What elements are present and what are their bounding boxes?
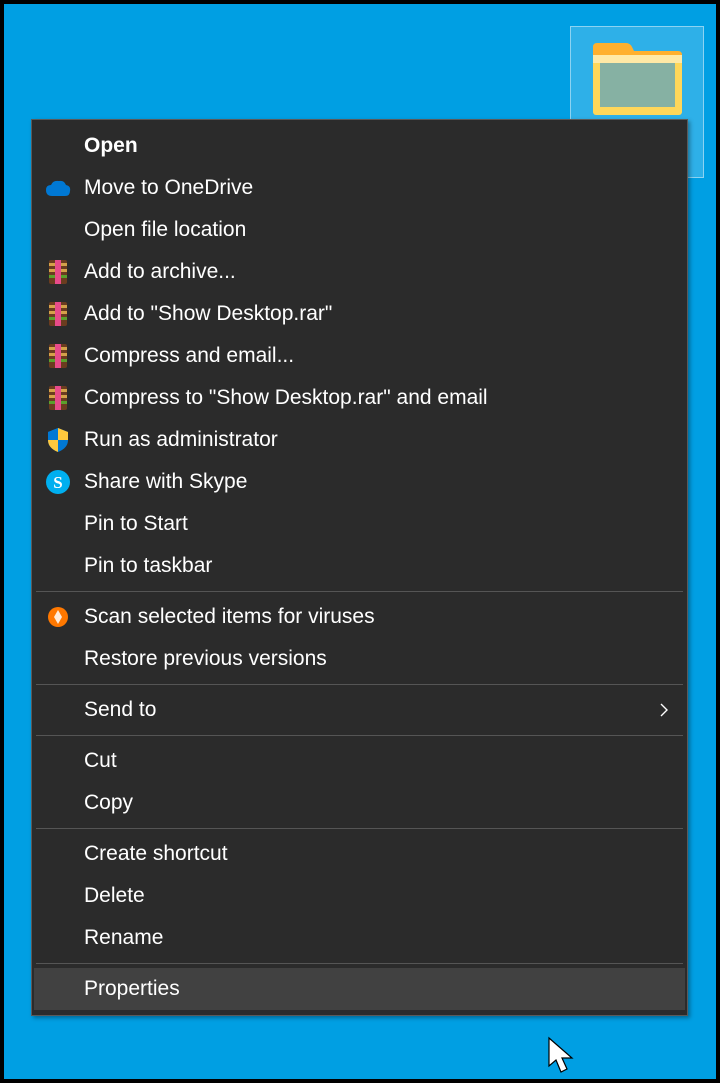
menu-icon-empty [38, 550, 78, 582]
menu-label: Create shortcut [84, 842, 673, 866]
menu-label: Share with Skype [84, 470, 673, 494]
menu-icon-empty [38, 130, 78, 162]
menu-label: Cut [84, 749, 673, 773]
avast-icon [38, 601, 78, 633]
chevron-right-icon [655, 702, 673, 718]
menu-label: Copy [84, 791, 673, 815]
menu-item-run-admin[interactable]: Run as administrator [34, 419, 685, 461]
menu-icon-empty [38, 643, 78, 675]
menu-icon-empty [38, 973, 78, 1005]
menu-item-add-archive[interactable]: Add to archive... [34, 251, 685, 293]
menu-item-rename[interactable]: Rename [34, 917, 685, 959]
menu-item-pin-taskbar[interactable]: Pin to taskbar [34, 545, 685, 587]
menu-item-compress-email[interactable]: Compress and email... [34, 335, 685, 377]
menu-item-copy[interactable]: Copy [34, 782, 685, 824]
menu-item-add-rar[interactable]: Add to "Show Desktop.rar" [34, 293, 685, 335]
winrar-icon [38, 256, 78, 288]
winrar-icon [38, 340, 78, 372]
menu-item-cut[interactable]: Cut [34, 740, 685, 782]
menu-icon-empty [38, 787, 78, 819]
menu-item-restore-previous[interactable]: Restore previous versions [34, 638, 685, 680]
menu-label: Properties [84, 977, 673, 1001]
menu-separator [36, 963, 683, 964]
menu-separator [36, 828, 683, 829]
menu-icon-empty [38, 922, 78, 954]
menu-icon-empty [38, 880, 78, 912]
menu-label: Open [84, 134, 673, 158]
menu-item-send-to[interactable]: Send to [34, 689, 685, 731]
mouse-cursor-icon [547, 1036, 579, 1076]
menu-label: Scan selected items for viruses [84, 605, 673, 629]
menu-item-open[interactable]: Open [34, 125, 685, 167]
menu-label: Send to [84, 698, 655, 722]
menu-label: Add to "Show Desktop.rar" [84, 302, 673, 326]
menu-item-properties[interactable]: Properties [34, 968, 685, 1010]
menu-item-open-file-location[interactable]: Open file location [34, 209, 685, 251]
menu-label: Compress to "Show Desktop.rar" and email [84, 386, 673, 410]
winrar-icon [38, 382, 78, 414]
svg-text:S: S [53, 473, 62, 492]
menu-separator [36, 684, 683, 685]
menu-separator [36, 591, 683, 592]
menu-item-share-skype[interactable]: S Share with Skype [34, 461, 685, 503]
menu-label: Pin to taskbar [84, 554, 673, 578]
context-menu: Open Move to OneDrive Open file location [31, 119, 688, 1016]
menu-label: Run as administrator [84, 428, 673, 452]
menu-label: Restore previous versions [84, 647, 673, 671]
onedrive-icon [38, 172, 78, 204]
menu-label: Open file location [84, 218, 673, 242]
folder-icon [590, 41, 684, 119]
winrar-icon [38, 298, 78, 330]
menu-label: Pin to Start [84, 512, 673, 536]
menu-item-compress-rar-email[interactable]: Compress to "Show Desktop.rar" and email [34, 377, 685, 419]
desktop-background: Open Move to OneDrive Open file location [4, 4, 716, 1079]
menu-label: Move to OneDrive [84, 176, 673, 200]
menu-label: Rename [84, 926, 673, 950]
menu-label: Add to archive... [84, 260, 673, 284]
menu-icon-empty [38, 508, 78, 540]
menu-item-create-shortcut[interactable]: Create shortcut [34, 833, 685, 875]
menu-item-scan-virus[interactable]: Scan selected items for viruses [34, 596, 685, 638]
shield-icon [38, 424, 78, 456]
menu-item-pin-start[interactable]: Pin to Start [34, 503, 685, 545]
menu-label: Delete [84, 884, 673, 908]
menu-label: Compress and email... [84, 344, 673, 368]
skype-icon: S [38, 466, 78, 498]
menu-item-delete[interactable]: Delete [34, 875, 685, 917]
menu-icon-empty [38, 694, 78, 726]
menu-item-move-onedrive[interactable]: Move to OneDrive [34, 167, 685, 209]
menu-icon-empty [38, 838, 78, 870]
menu-separator [36, 735, 683, 736]
menu-icon-empty [38, 745, 78, 777]
menu-icon-empty [38, 214, 78, 246]
